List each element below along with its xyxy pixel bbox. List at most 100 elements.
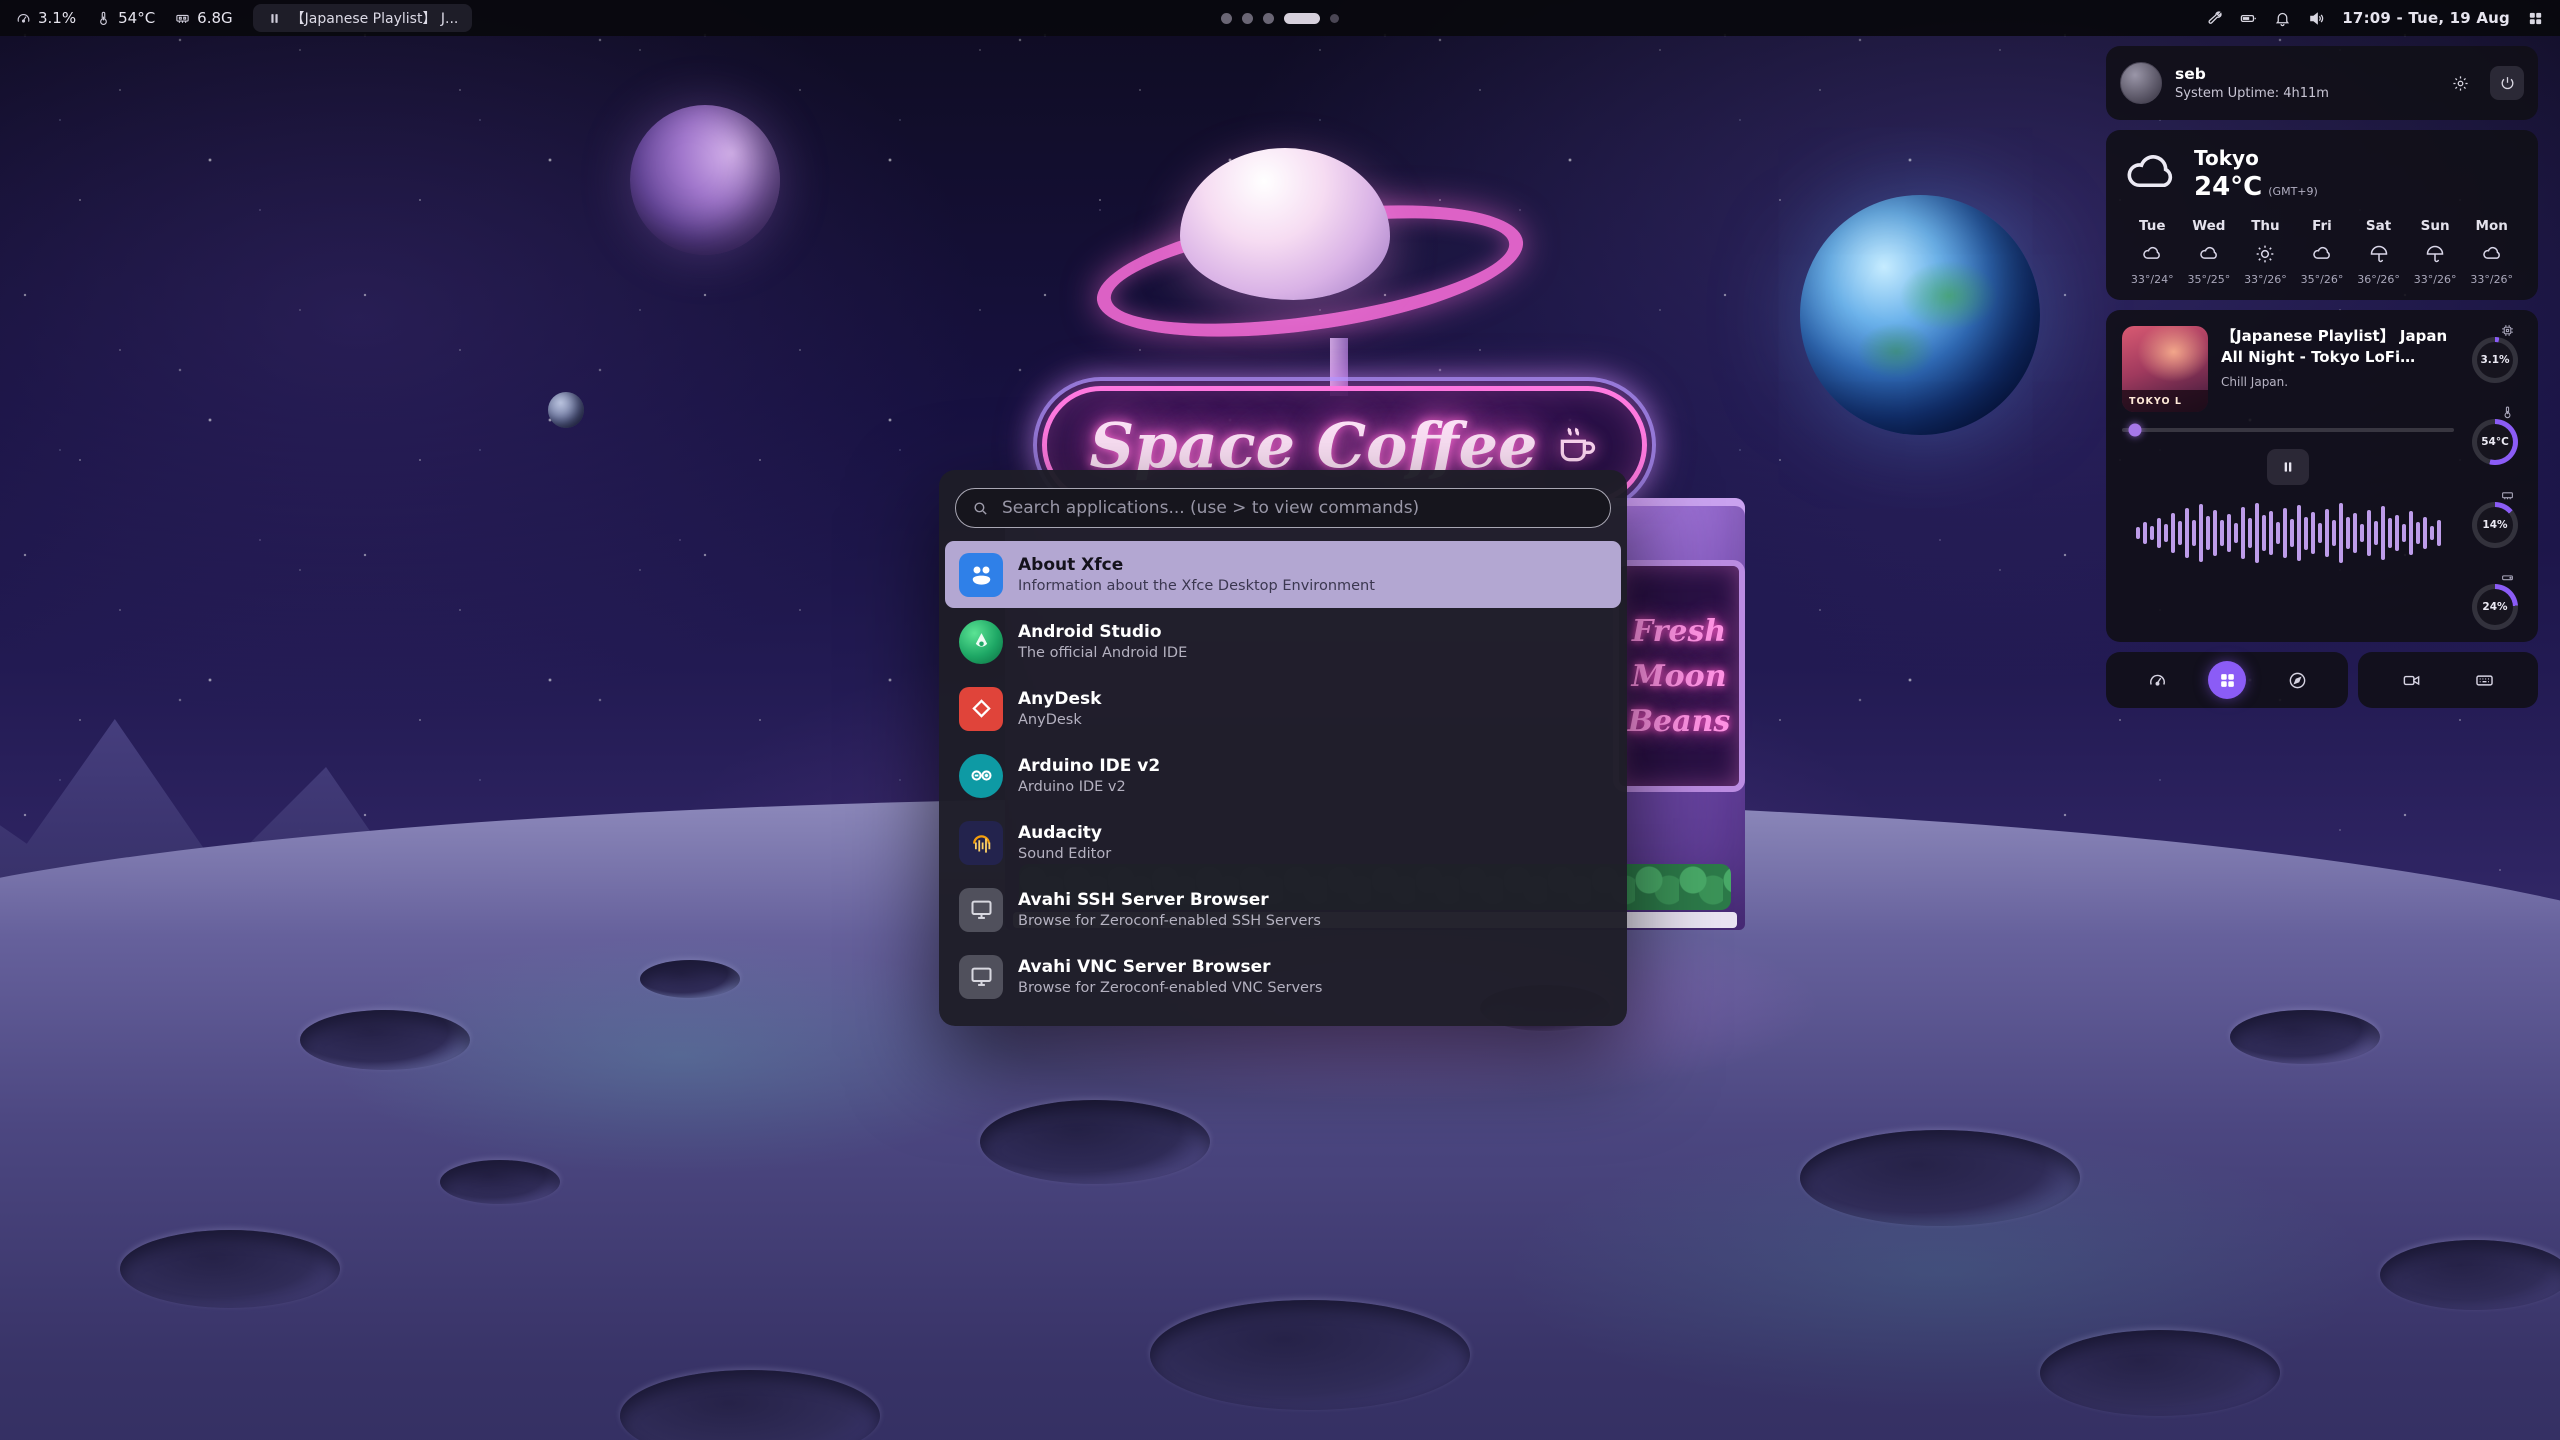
temperature-indicator: 54°C [96,9,155,27]
volume-icon[interactable] [2308,10,2325,27]
now-playing-widget[interactable]: 【Japanese Playlist】 J... [253,4,473,32]
app-name: Audacity [1018,823,1111,843]
gear-icon [2452,75,2469,92]
power-button[interactable] [2490,66,2524,100]
crater [120,1230,340,1308]
search-input[interactable] [1000,497,1594,519]
app-row-arduino-ide[interactable]: Arduino IDE v2Arduino IDE v2 [945,742,1621,809]
app-name: AnyDesk [1018,689,1101,709]
forecast-day: Fri35°/26° [2294,218,2351,286]
app-name: Arduino IDE v2 [1018,756,1160,776]
small-moon [548,392,584,428]
avatar[interactable] [2120,62,2162,104]
memory-icon [2501,487,2514,500]
battery-icon[interactable] [2240,10,2257,27]
forecast-weather-icon [2350,241,2407,267]
workspace-switcher[interactable] [1221,13,1339,24]
memory-indicator: 6.8G [175,9,232,27]
workspace-dot[interactable] [1330,14,1339,23]
track-subtitle: Chill Japan. [2221,375,2454,389]
workspace-dot[interactable] [1242,13,1253,24]
gauge-icon [2148,671,2167,690]
weather-forecast: Tue33°/24° Wed35°/25° Thu33°/26° Fri35°/… [2124,218,2520,286]
temperature-value: 54°C [118,9,155,27]
crater [440,1160,560,1204]
forecast-weather-icon [2294,241,2351,267]
app-row-android-studio[interactable]: Android StudioThe official Android IDE [945,608,1621,675]
quick-actions-right [2358,652,2538,708]
weather-card: Tokyo 24°C (GMT+9) Tue33°/24° Wed35°/25°… [2106,130,2538,300]
memory-stat-ring: 14% [2472,487,2518,548]
username: seb [2175,65,2430,83]
avahi-ssh-app-icon [959,888,1003,932]
workspace-dot[interactable] [1221,13,1232,24]
seek-knob[interactable] [2129,424,2142,437]
app-list: About XfceInformation about the Xfce Des… [945,541,1621,1010]
app-description: The official Android IDE [1018,645,1187,661]
crater [2380,1240,2560,1310]
neon-text-line: Moon [1631,659,1726,694]
quick-actions-row [2106,652,2538,708]
now-playing-label: 【Japanese Playlist】 J... [291,8,459,28]
cpu-usage-value: 3.1% [38,9,76,27]
disk-icon [2501,569,2514,582]
compass-icon [2288,671,2307,690]
app-row-avahi-ssh[interactable]: Avahi SSH Server BrowserBrowse for Zeroc… [945,876,1621,943]
pause-icon [267,11,282,26]
crater [980,1100,1210,1184]
topbar-system-stats: 3.1% 54°C 6.8G 【Japanese Playlist】 J... [16,4,472,32]
notifications-bell-icon[interactable] [2274,10,2291,27]
app-description: AnyDesk [1018,712,1101,728]
workspace-dot-active[interactable] [1284,13,1320,24]
earth-planet [1800,195,2040,435]
crater [300,1010,470,1070]
anydesk-app-icon [959,687,1003,731]
coffee-cup [1180,148,1390,300]
launcher-search[interactable] [955,488,1611,528]
seek-slider[interactable] [2122,428,2454,432]
neon-text-line: Fresh [1632,614,1726,649]
user-card: seb System Uptime: 4h11m [2106,46,2538,120]
dashboard-button[interactable] [2138,661,2176,699]
forecast-weather-icon [2181,241,2238,267]
crater [1150,1300,1470,1410]
waveform [2122,500,2454,566]
app-grid-icon[interactable] [2527,10,2544,27]
audacity-app-icon [959,821,1003,865]
settings-button[interactable] [2443,66,2477,100]
xfce-app-icon [959,553,1003,597]
forecast-day: Wed35°/25° [2181,218,2238,286]
app-name: Avahi VNC Server Browser [1018,957,1322,977]
app-launcher-button[interactable] [2208,661,2246,699]
forecast-day: Sat36°/26° [2350,218,2407,286]
memory-icon [175,11,190,26]
track-title: 【Japanese Playlist】 Japan All Night - To… [2221,326,2454,368]
keyboard-button[interactable] [2465,661,2503,699]
compass-button[interactable] [2278,661,2316,699]
forecast-day: Sun33°/26° [2407,218,2464,286]
album-art-text: TOKYO L [2129,396,2182,407]
thermometer-icon [2501,404,2514,417]
forecast-day: Mon33°/26° [2463,218,2520,286]
pause-button[interactable] [2267,449,2309,485]
app-row-about-xfce[interactable]: About XfceInformation about the Xfce Des… [945,541,1621,608]
arduino-app-icon [959,754,1003,798]
media-player-card: TOKYO L 【Japanese Playlist】 Japan All Ni… [2106,310,2538,642]
wrench-icon[interactable] [2206,10,2223,27]
forecast-weather-icon [2124,241,2181,267]
app-row-anydesk[interactable]: AnyDesk AnyDesk [945,675,1621,742]
topbar-tray: 17:09 - Tue, 19 Aug [2206,9,2544,27]
screen-record-button[interactable] [2393,661,2431,699]
app-row-avahi-vnc[interactable]: Avahi VNC Server BrowserBrowse for Zeroc… [945,943,1621,1010]
clock[interactable]: 17:09 - Tue, 19 Aug [2342,9,2510,27]
forecast-day: Tue33°/24° [2124,218,2181,286]
workspace-dot[interactable] [1263,13,1274,24]
neon-text-line: Beans [1628,704,1731,739]
app-description: Sound Editor [1018,846,1111,862]
app-row-audacity[interactable]: Audacity Sound Editor [945,809,1621,876]
app-name: About Xfce [1018,555,1375,575]
topbar: 3.1% 54°C 6.8G 【Japanese Playlist】 J... [0,0,2560,36]
cloud-icon [2124,147,2178,201]
power-icon [2499,75,2516,92]
forecast-weather-icon [2463,241,2520,267]
